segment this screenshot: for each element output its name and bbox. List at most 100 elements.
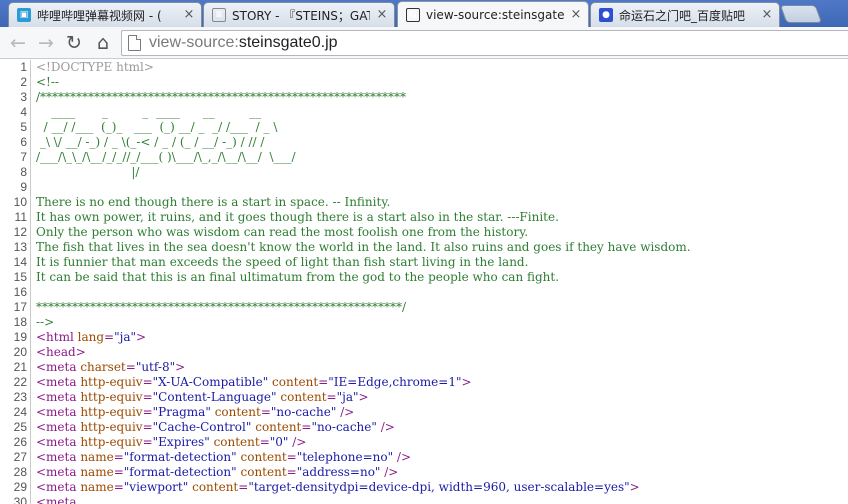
line-code: <meta: [36, 495, 848, 504]
line-code: -->: [36, 315, 848, 330]
code-token-val: "Pragma": [152, 405, 211, 419]
page-icon: [128, 35, 141, 51]
line-code: <!--: [36, 75, 848, 90]
line-code: <!DOCTYPE html>: [36, 60, 848, 75]
code-token-tag: <head>: [36, 345, 86, 359]
gutter-divider: [30, 480, 31, 495]
source-line: 26 <meta http-equiv="Expires" content="0"…: [0, 435, 848, 450]
line-code: / __/ /___ (_)_ ___ (_) __/ _ _/ /___ / …: [36, 120, 848, 135]
gutter-divider: [30, 135, 31, 150]
code-token-attr: content: [272, 375, 319, 389]
tab-title: view-source:steinsgate0: [426, 8, 564, 22]
code-token-val: "format-detection": [123, 450, 237, 464]
code-token-comment: /___/\_\_/\__/_/_//_/___( )\___/\_,_/\__…: [36, 150, 296, 164]
line-number: 15: [13, 270, 27, 284]
code-token-comment: / __/ /___ (_)_ ___ (_) __/ _ _/ /___ / …: [36, 120, 278, 134]
reload-button[interactable]: ↻: [62, 31, 86, 55]
back-button[interactable]: ←: [6, 31, 30, 55]
gutter-divider: [30, 75, 31, 90]
line-code: <meta http-equiv="Cache-Control" content…: [36, 420, 848, 435]
line-code: The fish that lives in the sea doesn't k…: [36, 240, 848, 255]
code-token-val: "format-detection": [123, 465, 237, 479]
tab-close-icon[interactable]: ×: [183, 8, 195, 21]
source-line: 21 <meta charset="utf-8">: [0, 360, 848, 375]
code-token-attr: name: [80, 450, 114, 464]
code-token-tag: <meta: [36, 420, 81, 434]
code-token-comment: It can be said that this is an final ult…: [36, 270, 560, 284]
code-token-tag: =: [260, 405, 271, 419]
code-token-attr: http-equiv: [80, 420, 143, 434]
home-button[interactable]: ⌂: [91, 31, 115, 55]
code-token-comment: ****************************************…: [36, 300, 407, 314]
code-token-tag: =: [318, 375, 329, 389]
code-token-val: "Content-Language": [152, 390, 277, 404]
code-token-tag: =: [142, 420, 153, 434]
code-token-attr: content: [240, 450, 287, 464]
tab-baidu-tieba[interactable]: ● 命运石之门吧_百度贴吧 ×: [590, 2, 780, 27]
code-token-attr: content: [255, 420, 302, 434]
line-code: It can be said that this is an final ult…: [36, 270, 848, 285]
tab-close-icon[interactable]: ×: [761, 8, 773, 21]
line-code: <meta http-equiv="X-UA-Compatible" conte…: [36, 375, 848, 390]
code-token-val: "ja": [336, 390, 359, 404]
code-token-tag: =: [113, 450, 124, 464]
line-number: 28: [13, 465, 27, 479]
code-token-tag: =: [142, 390, 153, 404]
code-token-val: "telephone=no": [296, 450, 394, 464]
source-line: 7 /___/\_\_/\__/_/_//_/___( )\___/\_,_/\_…: [0, 150, 848, 165]
code-token-tag: />: [393, 450, 412, 464]
code-token-tag: =: [301, 420, 312, 434]
gutter-divider: [30, 360, 31, 375]
address-bar[interactable]: view-source: steinsgate0.jp: [121, 30, 848, 56]
line-code: It has own power, it ruins, and it goes …: [36, 210, 848, 225]
line-number: 25: [13, 420, 27, 434]
toolbar: ← → ↻ ⌂ view-source: steinsgate0.jp: [0, 27, 848, 59]
line-code: <head>: [36, 345, 848, 360]
code-token-attr: http-equiv: [80, 435, 143, 449]
code-token-val: "target-densitydpi=device-dpi, width=960…: [248, 480, 630, 494]
code-token-attr: charset: [80, 360, 126, 374]
tab-close-icon[interactable]: ×: [376, 8, 388, 21]
g-icon: G: [406, 8, 420, 22]
source-line: 1 <!DOCTYPE html>: [0, 60, 848, 75]
code-token-tag: =: [104, 330, 115, 344]
gutter-divider: [30, 270, 31, 285]
code-token-comment: -->: [36, 315, 55, 329]
reload-icon: ↻: [66, 32, 82, 54]
source-line: 30 <meta: [0, 495, 848, 504]
source-line: 4 ____ _ _ ____ __ __: [0, 105, 848, 120]
tab-bilibili[interactable]: ▣ 哔哩哔哩弹幕视频网 - ( ×: [8, 2, 202, 27]
gutter-divider: [30, 345, 31, 360]
gutter-divider: [30, 375, 31, 390]
line-code: <meta name="viewport" content="target-de…: [36, 480, 848, 495]
line-code: <meta name="format-detection" content="t…: [36, 450, 848, 465]
gutter-divider: [30, 180, 31, 195]
line-number: 26: [13, 435, 27, 449]
new-tab-button[interactable]: [779, 5, 823, 23]
line-code: ****************************************…: [36, 300, 848, 315]
gutter-divider: [30, 285, 31, 300]
code-token-comment: ____ _ _ ____ __ __: [36, 105, 262, 119]
code-token-tag: <meta: [36, 375, 81, 389]
url-scheme: view-source:: [149, 34, 239, 51]
code-token-tag: <meta: [36, 495, 81, 504]
tab-view-source[interactable]: G view-source:steinsgate0 ×: [397, 1, 589, 27]
tab-story[interactable]: ≡ STORY - 『STEINS；GAT ×: [203, 2, 395, 27]
code-token-attr: content: [240, 465, 287, 479]
source-line: 19 <html lang="ja">: [0, 330, 848, 345]
line-number: 22: [13, 375, 27, 389]
source-line: 25 <meta http-equiv="Cache-Control" conte…: [0, 420, 848, 435]
code-token-tag: =: [142, 375, 153, 389]
code-token-tag: />: [336, 405, 355, 419]
code-token-val: "0": [269, 435, 289, 449]
code-token-attr: content: [213, 435, 260, 449]
line-number: 6: [20, 135, 27, 149]
line-number: 12: [13, 225, 27, 239]
tab-close-icon[interactable]: ×: [570, 8, 582, 21]
forward-button[interactable]: →: [34, 31, 58, 55]
code-token-tag: <meta: [36, 465, 81, 479]
code-token-attr: http-equiv: [80, 375, 143, 389]
line-code: _\ \/ __/ -_) / _ \(_-< / _ / (_ / __/ -…: [36, 135, 848, 150]
gutter-divider: [30, 255, 31, 270]
